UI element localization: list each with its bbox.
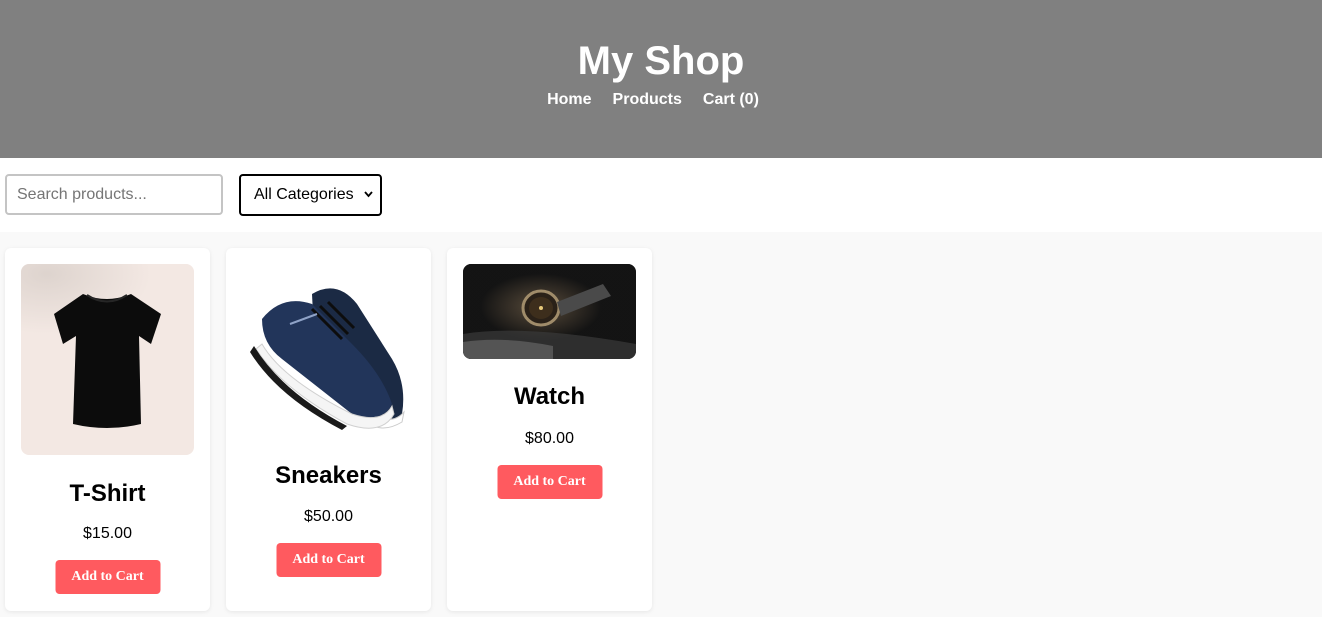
product-image — [242, 264, 415, 438]
site-title: My Shop — [577, 39, 745, 83]
product-card: T-Shirt $15.00 Add to Cart — [5, 248, 210, 611]
nav-products-link[interactable]: Products — [613, 90, 682, 110]
tshirt-image — [21, 264, 194, 455]
category-select[interactable]: All Categories — [239, 174, 382, 216]
watch-image — [463, 264, 636, 359]
search-input[interactable] — [5, 174, 223, 215]
product-price: $80.00 — [525, 430, 574, 447]
main-nav: Home Products Cart (0) — [0, 90, 1322, 110]
product-card: Watch $80.00 Add to Cart — [447, 248, 652, 611]
add-to-cart-button[interactable]: Add to Cart — [497, 465, 602, 499]
product-title: Sneakers — [275, 462, 382, 489]
nav-cart-link[interactable]: Cart (0) — [703, 90, 759, 110]
nav-home-link[interactable]: Home — [547, 90, 591, 110]
site-header: My Shop Home Products Cart (0) — [0, 0, 1322, 158]
chevron-down-icon — [364, 191, 373, 198]
add-to-cart-button[interactable]: Add to Cart — [55, 560, 160, 594]
add-to-cart-button[interactable]: Add to Cart — [276, 543, 381, 577]
product-image — [463, 264, 636, 359]
product-card: Sneakers $50.00 Add to Cart — [226, 248, 431, 611]
sneakers-image — [242, 264, 415, 438]
product-title: T-Shirt — [69, 480, 146, 507]
product-image — [21, 264, 194, 455]
filter-toolbar: All Categories — [0, 158, 1322, 232]
product-price: $50.00 — [304, 508, 353, 525]
product-price: $15.00 — [83, 525, 132, 542]
category-select-value: All Categories — [254, 186, 354, 203]
product-title: Watch — [513, 383, 586, 410]
